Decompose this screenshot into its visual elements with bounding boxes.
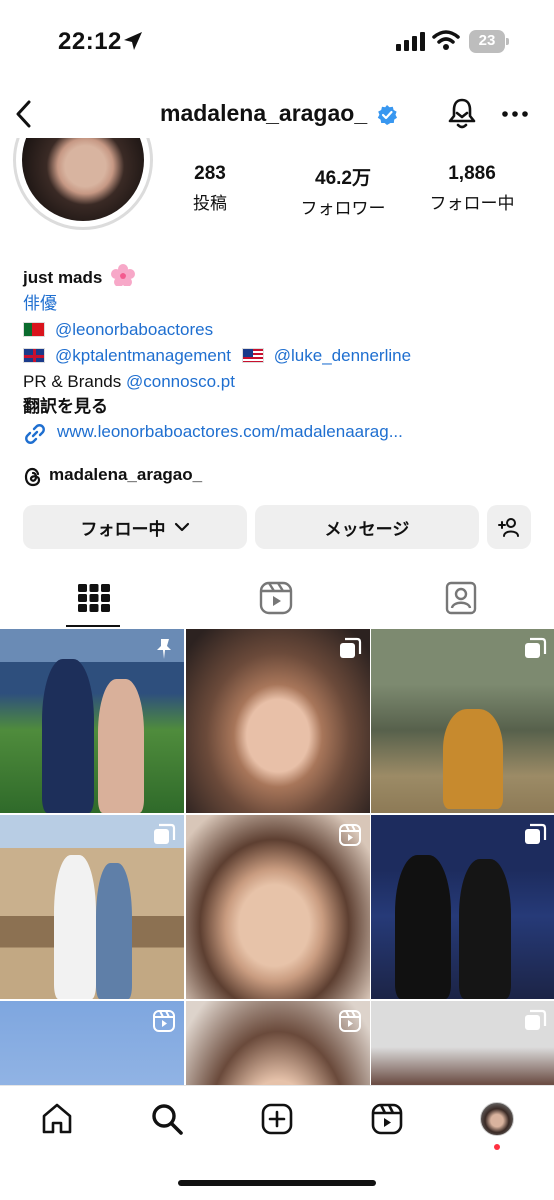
us-flag-icon: [241, 348, 264, 363]
post-thumbnail[interactable]: [371, 629, 554, 813]
tagged-tab[interactable]: [441, 578, 481, 618]
carousel-icon: [340, 637, 362, 658]
post-thumbnail[interactable]: [371, 815, 554, 999]
notification-bell-icon[interactable]: [446, 96, 478, 130]
following-button[interactable]: フォロー中: [23, 505, 247, 549]
following-count-label: フォロー中: [429, 194, 515, 213]
active-tab-indicator: [66, 625, 120, 627]
posts-count-value: 283: [194, 163, 226, 184]
cherry-blossom-icon: [111, 264, 136, 286]
posts-grid-tab[interactable]: [74, 578, 114, 618]
search-icon[interactable]: [150, 1102, 184, 1136]
followers-count-value: 46.2万: [315, 168, 371, 189]
bio-category[interactable]: 俳優: [23, 292, 57, 316]
pinned-icon: [157, 639, 171, 659]
carousel-icon: [525, 823, 547, 844]
bio-name-text: just mads: [23, 268, 103, 287]
reel-icon: [153, 1010, 175, 1032]
reel-icon: [339, 824, 361, 846]
reels-tab[interactable]: [256, 578, 296, 618]
post-thumbnail[interactable]: [0, 1001, 184, 1085]
threads-username: madalena_aragao_: [49, 465, 203, 484]
carousel-icon: [525, 1009, 547, 1030]
bio-mention-luke-dennerline[interactable]: @luke_dennerline: [274, 346, 411, 365]
post-thumbnail[interactable]: [371, 1001, 554, 1085]
carousel-icon: [154, 823, 176, 844]
message-button[interactable]: メッセージ: [255, 505, 479, 549]
post-thumbnail[interactable]: [186, 629, 370, 813]
bio-mention-connosco[interactable]: @connosco.pt: [126, 372, 235, 391]
create-icon[interactable]: [260, 1102, 294, 1136]
bio-pr-brands-text: PR & Brands: [23, 372, 122, 391]
bio-line-3: PR & Brands @connosco.pt: [23, 370, 235, 394]
battery-icon: 23: [469, 30, 509, 53]
bio-url-text: www.leonorbaboactores.com/madalenaarag..…: [57, 422, 403, 441]
bio-line-2: @kptalentmanagement @luke_dennerline: [23, 344, 411, 368]
posts-count-label: 投稿: [193, 194, 227, 213]
link-icon: [25, 424, 45, 444]
post-thumbnail[interactable]: [186, 815, 370, 999]
home-icon[interactable]: [40, 1102, 74, 1136]
more-options-icon[interactable]: [500, 104, 530, 124]
post-thumbnail[interactable]: [0, 629, 184, 813]
threads-icon: [24, 467, 41, 487]
see-translation-link[interactable]: 翻訳を見る: [23, 395, 108, 419]
followers-count-label: フォロワー: [300, 199, 386, 218]
back-arrow-icon[interactable]: [10, 97, 38, 131]
home-indicator: [178, 1180, 376, 1186]
notification-dot: [494, 1144, 500, 1150]
profile-avatar-tab[interactable]: [480, 1102, 514, 1136]
bio-line-1: @leonorbaboactores: [23, 318, 213, 342]
wifi-icon: [432, 30, 460, 50]
posts-grid: [0, 629, 554, 1085]
followers-count[interactable]: 46.2万 フォロワー: [288, 163, 398, 219]
add-person-icon: [498, 518, 519, 537]
portugal-flag-icon: [23, 322, 45, 337]
carousel-icon: [525, 637, 547, 658]
verified-badge-icon: [377, 105, 397, 125]
battery-level: 23: [478, 32, 496, 49]
cellular-signal-icon: [396, 32, 425, 51]
reel-icon: [339, 1010, 361, 1032]
profile-username-title: madalena_aragao_: [160, 100, 368, 126]
following-count-value: 1,886: [448, 163, 496, 184]
bio-name: just mads: [23, 264, 136, 290]
reels-icon[interactable]: [370, 1102, 404, 1136]
location-arrow-icon: [124, 32, 142, 50]
following-count[interactable]: 1,886 フォロー中: [420, 163, 524, 214]
following-button-label: フォロー中: [80, 519, 166, 539]
suggested-users-button[interactable]: [487, 505, 531, 549]
bio-mention-leonorbaboactores[interactable]: @leonorbaboactores: [55, 320, 213, 339]
post-thumbnail[interactable]: [0, 815, 184, 999]
chevron-down-icon: [174, 522, 189, 532]
uk-flag-icon: [23, 348, 45, 363]
status-bar: 22:12 23: [0, 0, 554, 84]
status-time: 22:12: [58, 28, 122, 55]
post-thumbnail[interactable]: [186, 1001, 370, 1085]
bio-mention-kptalentmanagement[interactable]: @kptalentmanagement: [55, 346, 231, 365]
profile-avatar[interactable]: [13, 138, 153, 230]
message-button-label: メッセージ: [324, 519, 410, 539]
posts-count[interactable]: 283 投稿: [180, 163, 240, 214]
